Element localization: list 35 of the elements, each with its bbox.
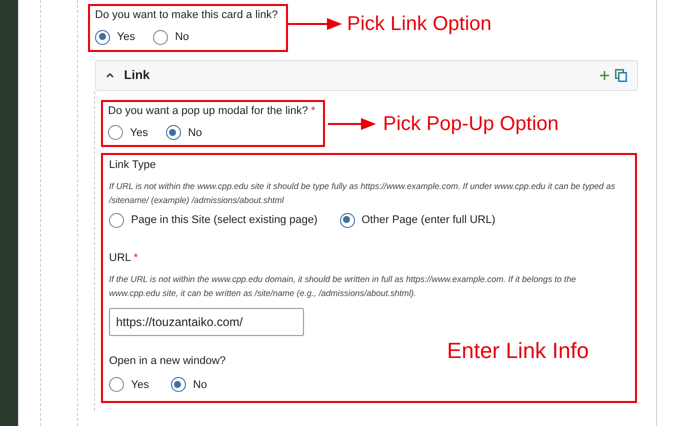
option-label: Other Page (enter full URL): [362, 213, 496, 228]
collapse-icon[interactable]: [106, 72, 114, 78]
radio-button[interactable]: [166, 125, 181, 140]
copy-icon[interactable]: [615, 68, 627, 82]
radio-button[interactable]: [170, 377, 186, 392]
help-text: If URL is not within the www.cpp.edu site it should be type fully as https://www.example.com. If under www.cpp.edu it can be typed as /sitename/ (example) /admissions/about.shtml: [109, 180, 616, 207]
required-mark: *: [311, 104, 316, 116]
field-label: URL *: [109, 250, 139, 266]
radio-button[interactable]: [340, 212, 354, 228]
annotation-text: Enter Link Info: [447, 340, 589, 362]
option-label: No: [174, 30, 190, 45]
url-field[interactable]: https://touzantaiko.com/: [109, 308, 304, 336]
option-label: Page in this Site (select existing page): [131, 213, 318, 228]
radio-button[interactable]: [109, 212, 124, 228]
required-mark: *: [134, 252, 138, 264]
radio-button[interactable]: [152, 30, 168, 45]
field-label: Link Type: [109, 158, 157, 173]
annotation-text: Pick Link Option: [347, 14, 492, 34]
add-icon[interactable]: [600, 70, 609, 80]
annotation-text: Pick Pop-Up Option: [383, 114, 559, 134]
section-header[interactable]: Link: [95, 60, 638, 90]
option-label: Yes: [130, 126, 148, 140]
option-label: Yes: [117, 30, 135, 45]
section-title: Link: [124, 66, 150, 84]
arrow: [328, 118, 376, 130]
help-text: If the URL is not within the www.cpp.edu domain, it should be written in full as https://www.example.com. If it belongs to the www.cpp.edu site, it can be written as /site/name (e.g., /admissions/about.shtml).: [109, 272, 578, 300]
field-label: Do you want to make this card a link?: [95, 8, 278, 23]
radio-button[interactable]: [95, 30, 110, 45]
radio-button[interactable]: [109, 377, 124, 392]
radio-button[interactable]: [108, 125, 123, 140]
option-label: Yes: [131, 378, 149, 392]
option-label: No: [192, 378, 208, 392]
field-label: Open in a new window?: [109, 354, 227, 368]
field-label: Do you want a pop up modal for the link? *: [108, 104, 316, 118]
option-label: No: [188, 126, 202, 140]
